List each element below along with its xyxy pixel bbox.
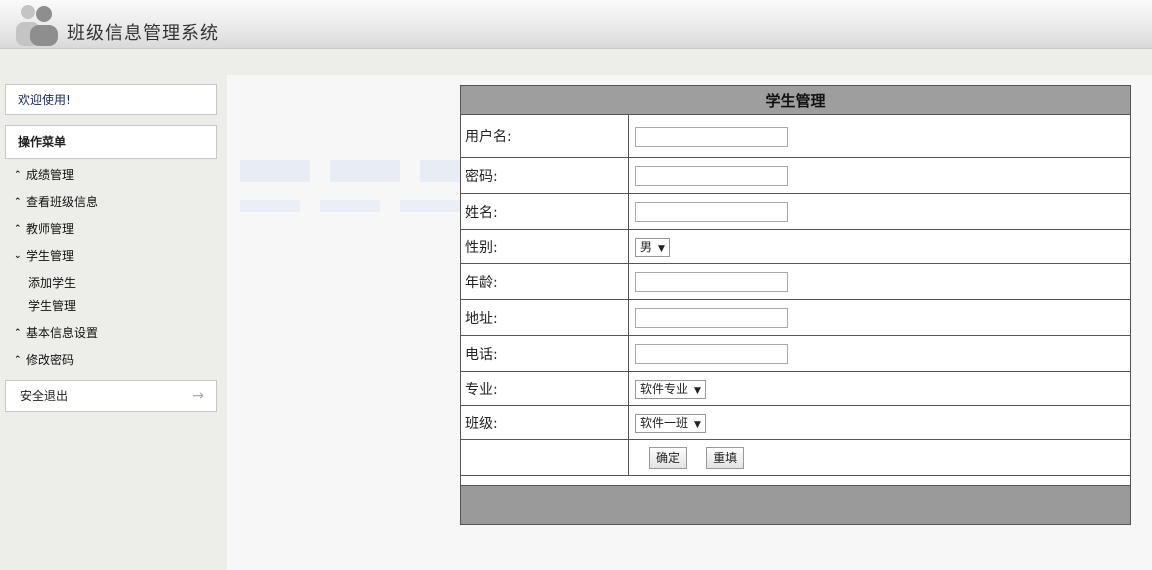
dropdown-arrow-icon: ▼ bbox=[694, 420, 701, 430]
dropdown-arrow-icon: ▼ bbox=[658, 244, 665, 254]
submenu-item-student-manage[interactable]: 学生管理 bbox=[14, 296, 214, 319]
major-select[interactable]: 软件专业 ▼ bbox=[635, 380, 706, 399]
menu-item-label: 基本信息设置 bbox=[26, 326, 99, 340]
users-icon bbox=[16, 5, 58, 46]
chevron-down-icon: ⌄ bbox=[14, 251, 22, 261]
submenu-item-add-student[interactable]: 添加学生 bbox=[14, 273, 214, 296]
username-label: 用户名: bbox=[460, 114, 629, 158]
password-label: 密码: bbox=[460, 157, 629, 194]
arrow-right-icon: → bbox=[192, 388, 204, 404]
menu-item-grades[interactable]: ⌃ 成绩管理 bbox=[14, 165, 214, 192]
phone-label: 电话: bbox=[460, 335, 629, 372]
form-title: 学生管理 bbox=[460, 85, 1131, 115]
address-label: 地址: bbox=[460, 299, 629, 336]
menu-list: ⌃ 成绩管理 ⌃ 查看班级信息 ⌃ 教师管理 ⌄ 学生管理 添加学生 学生管理 ⌃ 基本信… bbox=[14, 165, 214, 377]
chevron-up-icon: ⌃ bbox=[14, 170, 22, 180]
age-field[interactable] bbox=[635, 272, 788, 292]
password-field[interactable] bbox=[635, 166, 788, 186]
class-label: 班级: bbox=[460, 405, 629, 440]
menu-header: 操作菜单 bbox=[5, 125, 217, 159]
welcome-box: 欢迎使用! bbox=[5, 84, 217, 115]
phone-field[interactable] bbox=[635, 344, 788, 364]
confirm-button[interactable]: 确定 bbox=[649, 446, 688, 469]
major-label: 专业: bbox=[460, 371, 629, 406]
reset-button[interactable]: 重填 bbox=[706, 446, 745, 469]
gender-select[interactable]: 男 ▼ bbox=[635, 238, 670, 257]
name-field[interactable] bbox=[635, 202, 788, 222]
major-value: 软件专业 bbox=[640, 382, 689, 396]
gender-value: 男 bbox=[640, 240, 653, 254]
menu-item-label: 教师管理 bbox=[26, 222, 75, 236]
app-title: 班级信息管理系统 bbox=[67, 23, 219, 44]
menu-item-teachers[interactable]: ⌃ 教师管理 bbox=[14, 219, 214, 246]
menu-item-change-password[interactable]: ⌃ 修改密码 bbox=[14, 350, 214, 377]
student-form: 学生管理 用户名: 密码: 姓名: 性别: 男 ▼ 年龄: 地址: 电话: 专业:… bbox=[460, 85, 1131, 525]
name-label: 姓名: bbox=[460, 193, 629, 230]
age-label: 年龄: bbox=[460, 263, 629, 300]
logout-button[interactable]: 安全退出 → bbox=[5, 380, 217, 412]
menu-item-label: 学生管理 bbox=[26, 249, 75, 263]
chevron-up-icon: ⌃ bbox=[14, 197, 22, 207]
spacer-row bbox=[460, 475, 1131, 486]
chevron-up-icon: ⌃ bbox=[14, 328, 22, 338]
menu-item-label: 成绩管理 bbox=[26, 168, 75, 182]
logout-label: 安全退出 bbox=[20, 389, 69, 403]
address-field[interactable] bbox=[635, 308, 788, 328]
menu-item-label: 修改密码 bbox=[26, 353, 75, 367]
gender-label: 性别: bbox=[460, 229, 629, 264]
class-value: 软件一班 bbox=[640, 416, 689, 430]
form-footer bbox=[460, 485, 1131, 525]
menu-item-students[interactable]: ⌄ 学生管理 bbox=[14, 246, 214, 273]
menu-item-label: 查看班级信息 bbox=[26, 195, 99, 209]
chevron-up-icon: ⌃ bbox=[14, 355, 22, 365]
chevron-up-icon: ⌃ bbox=[14, 224, 22, 234]
content-top-strip bbox=[227, 49, 1152, 75]
menu-item-class-info[interactable]: ⌃ 查看班级信息 bbox=[14, 192, 214, 219]
class-select[interactable]: 软件一班 ▼ bbox=[635, 414, 706, 433]
menu-item-basic-settings[interactable]: ⌃ 基本信息设置 bbox=[14, 323, 214, 350]
app-header: 班级信息管理系统 bbox=[0, 0, 1152, 49]
dropdown-arrow-icon: ▼ bbox=[694, 386, 701, 396]
action-label-cell bbox=[460, 439, 629, 476]
username-field[interactable] bbox=[635, 126, 788, 147]
